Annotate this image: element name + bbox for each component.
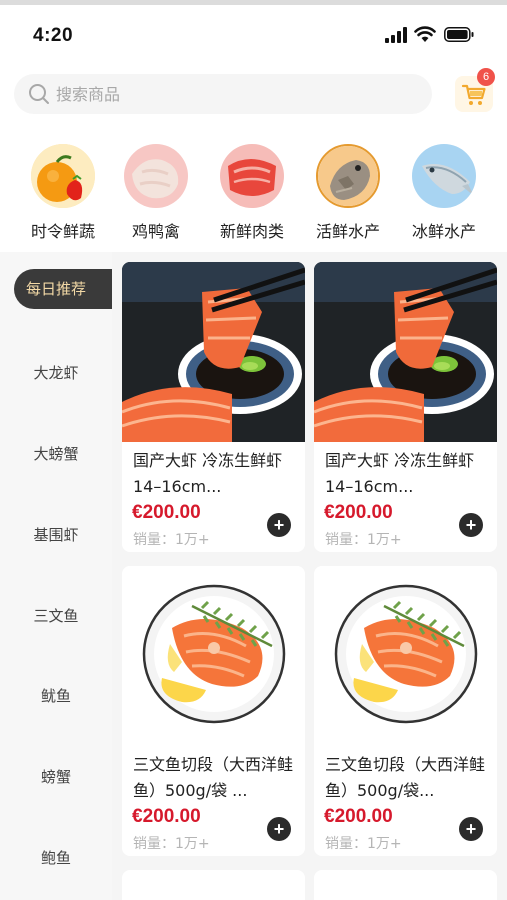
sidebar-item-salmon[interactable]: 三文鱼: [0, 596, 112, 636]
cart-badge: 6: [477, 68, 495, 86]
product-price: €200.00: [324, 502, 393, 523]
plus-icon: +: [465, 819, 477, 839]
product-card[interactable]: 三文鱼切段（大西洋鲑鱼）500g/袋 ... €200.00 销量：1万+ +: [122, 566, 305, 856]
category-row: 时令鲜蔬 鸡鸭禽 新鲜肉类 活鲜水产 冰鲜水产: [0, 140, 507, 246]
category-sidebar: 每日推荐 大龙虾 大螃蟹 基围虾 三文鱼 鱿鱼 螃蟹 鲍鱼: [0, 252, 112, 900]
product-grid: 国产大虾 冷冻生鲜虾14–16cm... €200.00 销量：1万+ + 国产…: [112, 252, 507, 900]
salmon-steak-image: [314, 566, 497, 746]
search-input[interactable]: [56, 79, 416, 109]
salmon-sashimi-image: [122, 262, 305, 442]
product-title: 三文鱼切段（大西洋鲑鱼）500g/袋 ...: [133, 755, 294, 800]
product-sales: 销量：1万+: [133, 532, 210, 548]
product-card-partial[interactable]: [314, 870, 497, 900]
plus-icon: +: [273, 819, 285, 839]
product-sales: 销量：1万+: [325, 836, 402, 852]
product-price: €200.00: [132, 502, 201, 523]
category-item[interactable]: 冰鲜水产: [396, 140, 492, 246]
cart-icon: [461, 84, 486, 105]
live-seafood-icon: [316, 144, 380, 208]
product-card[interactable]: 国产大虾 冷冻生鲜虾14–16cm... €200.00 销量：1万+ +: [122, 262, 305, 552]
category-item[interactable]: 鸡鸭禽: [108, 140, 204, 246]
product-card[interactable]: 国产大虾 冷冻生鲜虾14–16cm... €200.00 销量：1万+ +: [314, 262, 497, 552]
fruit-icon: [31, 144, 95, 208]
sidebar-item-abalone[interactable]: 鲍鱼: [0, 838, 112, 878]
add-to-cart-button[interactable]: +: [267, 817, 291, 841]
salmon-sashimi-image: [314, 262, 497, 442]
add-to-cart-button[interactable]: +: [267, 513, 291, 537]
chilled-fish-icon: [412, 144, 476, 208]
product-sales: 销量：1万+: [325, 532, 402, 548]
product-title: 国产大虾 冷冻生鲜虾14–16cm...: [325, 451, 475, 496]
search-icon: [29, 84, 49, 104]
sidebar-item-big-crab[interactable]: 大螃蟹: [0, 434, 112, 474]
salmon-steak-image: [122, 566, 305, 746]
category-label: 冰鲜水产: [411, 222, 476, 241]
battery-icon: [444, 27, 474, 42]
add-to-cart-button[interactable]: +: [459, 513, 483, 537]
category-item[interactable]: 新鲜肉类: [204, 140, 300, 246]
category-item[interactable]: 活鲜水产: [300, 140, 396, 246]
meat-icon: [220, 144, 284, 208]
search-bar[interactable]: [14, 74, 432, 114]
product-title: 国产大虾 冷冻生鲜虾14–16cm...: [133, 451, 283, 496]
add-to-cart-button[interactable]: +: [459, 817, 483, 841]
category-item[interactable]: 时令鲜蔬: [15, 140, 111, 246]
cart-button[interactable]: 6: [455, 68, 495, 112]
sidebar-item-squid[interactable]: 鱿鱼: [0, 676, 112, 716]
sidebar-item-shrimp[interactable]: 基围虾: [0, 515, 112, 555]
plus-icon: +: [465, 515, 477, 535]
sidebar-item-daily-recommend[interactable]: 每日推荐: [14, 269, 112, 309]
plus-icon: +: [273, 515, 285, 535]
signal-icon: [385, 27, 407, 43]
product-card[interactable]: 三文鱼切段（大西洋鲑鱼）500g/袋... €200.00 销量：1万+ +: [314, 566, 497, 856]
product-title: 三文鱼切段（大西洋鲑鱼）500g/袋...: [325, 755, 486, 800]
status-bar: 4:20: [0, 5, 507, 65]
wifi-icon: [414, 26, 436, 42]
sidebar-item-lobster[interactable]: 大龙虾: [0, 353, 112, 393]
poultry-icon: [124, 144, 188, 208]
product-price: €200.00: [324, 806, 393, 827]
status-time: 4:20: [33, 25, 74, 46]
product-card-partial[interactable]: [122, 870, 305, 900]
product-sales: 销量：1万+: [133, 836, 210, 852]
product-price: €200.00: [132, 806, 201, 827]
sidebar-item-crab[interactable]: 螃蟹: [0, 757, 112, 797]
